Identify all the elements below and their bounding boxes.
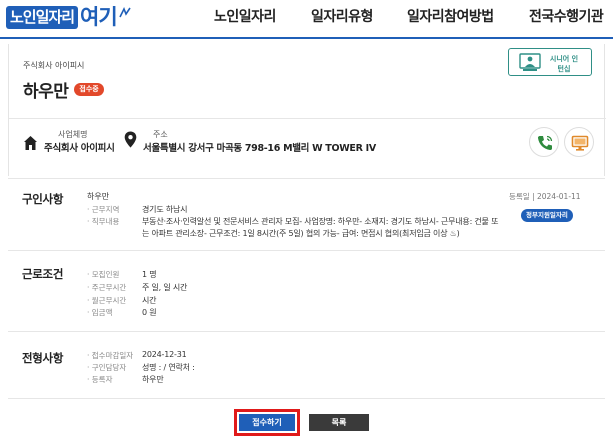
job-title: 하우만 [23,82,69,102]
logo-box-text: 노인일자리 [6,5,79,29]
conditions-row-label: · 월근무시간 [87,296,127,305]
recruit-row-value: 부동산·조사·인력알선 및 전문서비스 관리자 모집- 사업장명: 하우만- 소… [142,217,499,226]
conditions-row-label: · 주근무시간 [87,283,127,292]
selection-section-top-line [8,331,605,332]
recruit-job-name: 하우만 [87,192,110,201]
recruit-row-label: · 근무지역 [87,205,120,214]
recruit-row-value-cont: 는 아파트 관리소장- 근무조건: 1일 8시간(주 5일) 협의 가능- 급여… [142,229,460,238]
recruit-section-title: 구인사항 [22,192,64,206]
selection-row-label: · 구인담당자 [87,363,127,372]
phone-button[interactable] [529,127,559,157]
recruit-section-top-line [8,178,605,179]
selection-row-value: 하우만 [142,375,164,384]
status-badge: 접수중 [74,83,104,96]
registered-date: 등록일 | 2024-01-11 [509,192,581,201]
gov-support-badge: 정부지원일자리 [521,209,573,222]
address-value: 서울특별시 강서구 마곡동 798-16 M밸리 W TOWER IV [143,143,376,154]
conditions-row-label: · 임금액 [87,308,113,317]
person-board-icon [519,53,541,71]
business-name-value: 주식회사 아이피시 [44,143,115,154]
list-button[interactable]: 목록 [309,414,369,431]
job-title-row: 하우만 접수중 [23,77,104,102]
header-divider [0,37,613,39]
phone-icon [537,135,553,151]
selection-row-value: 2024-12-31 [142,350,187,359]
conditions-row-value: 시간 [142,296,157,305]
conditions-row-value: 1 명 [142,270,157,279]
company-name-small: 주식회사 아이피시 [23,61,85,70]
selection-row-label: · 접수마감일자 [87,351,134,360]
logo-text: 여기 [80,5,118,29]
recruit-row-value: 경기도 하남시 [142,205,188,214]
conditions-row-value: 0 원 [142,308,157,317]
nav-how-to-join[interactable]: 일자리참여방법 [407,6,494,26]
top-header: 노인일자리 여기 노인일자리 일자리유형 일자리참여방법 전국수행기관 [0,0,613,36]
nav-job-types[interactable]: 일자리유형 [311,6,373,26]
business-name-item: 사업체명 주식회사 아이피시 [23,129,115,155]
nav-agencies[interactable]: 전국수행기관 [529,6,604,26]
building-icon [24,136,37,150]
monitor-icon [571,135,589,151]
selection-row-label: · 등록자 [87,375,113,384]
selection-section-title: 전형사항 [22,351,64,365]
conditions-section-top-line [8,250,605,251]
selection-section-bottom-line [8,398,605,399]
job-info-card: 주식회사 아이피시 하우만 접수중 시니어 인턴십 사업체명 주식회사 아이피시… [8,44,606,176]
site-logo[interactable]: 노인일자리 여기 [6,4,132,30]
conditions-row-label: · 모집인원 [87,270,120,279]
address-label: 주소 [153,130,168,139]
selection-row-value: 성명 : / 연락처 : [142,363,195,372]
business-name-label: 사업체명 [58,130,88,139]
address-item: 주소 서울특별시 강서구 마곡동 798-16 M밸리 W TOWER IV [124,129,376,155]
senior-internship-button[interactable]: 시니어 인턴십 [508,48,592,76]
conditions-row-value: 주 일, 일 시간 [142,283,188,292]
apply-button[interactable]: 접수하기 [234,409,300,436]
info-divider [9,118,606,119]
conditions-section-title: 근로조건 [22,267,64,281]
logo-mark-icon [118,7,131,18]
nav-senior-jobs[interactable]: 노인일자리 [214,6,276,26]
location-pin-icon [124,131,137,148]
recruit-row-label: · 직무내용 [87,217,120,226]
website-button[interactable] [564,127,594,157]
senior-internship-label: 시니어 인턴십 [549,55,579,73]
apply-button-label: 접수하기 [239,414,295,431]
